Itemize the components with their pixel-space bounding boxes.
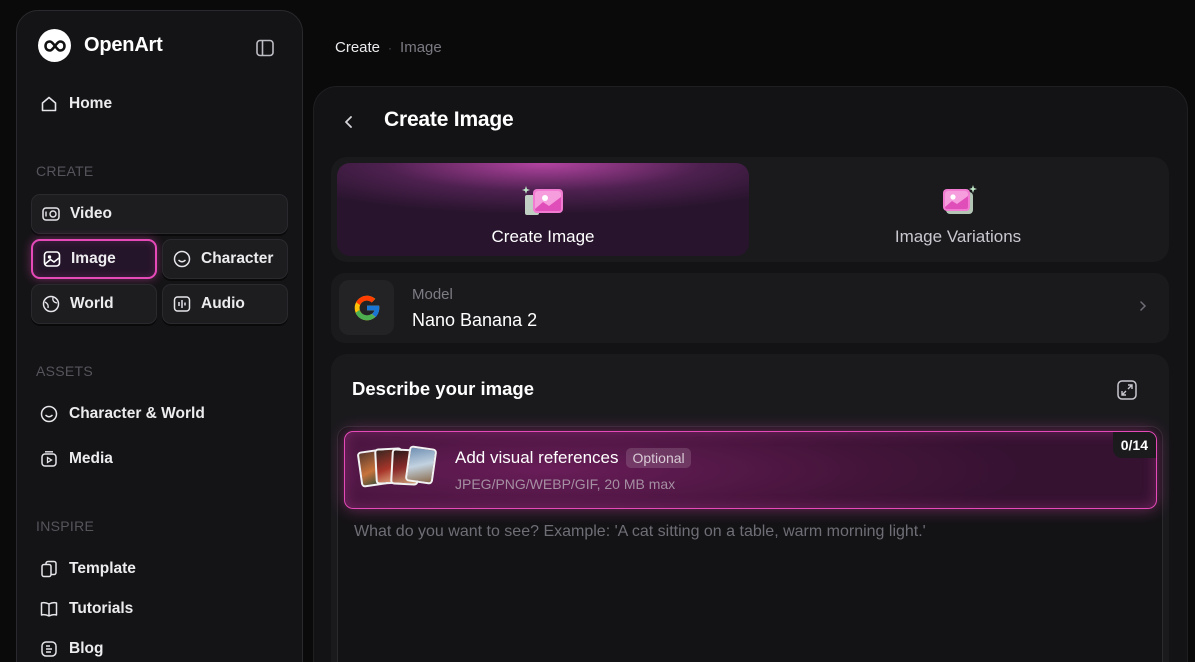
sidebar-item-label: Blog xyxy=(69,640,104,657)
breadcrumb-separator: · xyxy=(388,40,393,55)
sidebar-item-label: Home xyxy=(69,95,113,112)
sidebar-item-blog[interactable]: Blog xyxy=(39,639,103,659)
section-label-create: CREATE xyxy=(36,163,94,179)
expand-icon[interactable] xyxy=(1115,378,1139,402)
sidebar-item-label: World xyxy=(70,295,114,312)
visual-references-upload[interactable]: Add visual references Optional JPEG/PNG/… xyxy=(344,431,1157,509)
world-icon xyxy=(41,294,61,314)
sidebar-item-video[interactable]: Video xyxy=(31,194,288,234)
reference-thumbnails xyxy=(356,445,445,490)
reference-thumbnail xyxy=(404,445,438,485)
sidebar-item-label: Tutorials xyxy=(69,600,134,617)
sidebar-collapse-icon[interactable] xyxy=(255,38,275,58)
audio-icon xyxy=(172,294,192,314)
references-count: 0/14 xyxy=(1112,432,1156,458)
model-value: Nano Banana 2 xyxy=(412,310,538,330)
openart-logo-icon xyxy=(38,29,71,62)
sidebar-item-label: Audio xyxy=(201,295,245,312)
brand[interactable]: OpenArt xyxy=(38,29,163,62)
tab-label: Create Image xyxy=(491,227,595,246)
template-icon xyxy=(39,559,59,579)
optional-badge: Optional xyxy=(626,448,691,468)
references-formats: JPEG/PNG/WEBP/GIF, 20 MB max xyxy=(455,476,676,492)
references-title-row: Add visual references Optional xyxy=(455,448,691,468)
sidebar-item-label: Media xyxy=(69,450,113,467)
breadcrumb-create[interactable]: Create xyxy=(335,39,380,56)
mode-tabs: Create Image Image Variations xyxy=(331,157,1169,262)
sidebar-item-label: Template xyxy=(69,560,136,577)
brand-name: OpenArt xyxy=(84,34,163,56)
sidebar-item-template[interactable]: Template xyxy=(39,559,136,579)
tab-create-image[interactable]: Create Image xyxy=(337,163,749,256)
sidebar-item-world[interactable]: World xyxy=(31,284,157,324)
sidebar-item-image[interactable]: Image xyxy=(31,239,157,279)
tab-image-variations[interactable]: Image Variations xyxy=(753,163,1163,256)
home-icon xyxy=(39,94,59,114)
video-icon xyxy=(41,204,61,224)
image-variations-icon xyxy=(943,185,977,214)
sidebar-item-media[interactable]: Media xyxy=(39,449,113,469)
section-label-assets: ASSETS xyxy=(36,363,94,379)
sidebar-item-home[interactable]: Home xyxy=(39,94,112,114)
character-icon xyxy=(39,404,59,424)
page-title: Create Image xyxy=(384,108,514,131)
model-label: Model xyxy=(412,286,453,303)
google-icon xyxy=(339,280,394,335)
character-icon xyxy=(172,249,192,269)
create-image-icon xyxy=(522,186,563,215)
sidebar-item-character-world[interactable]: Character & World xyxy=(39,404,205,424)
image-icon xyxy=(42,249,62,269)
blog-icon xyxy=(39,639,59,659)
describe-title: Describe your image xyxy=(352,378,534,399)
sidebar-item-character[interactable]: Character xyxy=(162,239,288,279)
sidebar-item-label: Character xyxy=(201,250,274,267)
prompt-box: Add visual references Optional JPEG/PNG/… xyxy=(337,426,1163,662)
sidebar-item-label: Video xyxy=(70,205,112,222)
describe-section: Describe your image Add visual reference… xyxy=(331,354,1169,662)
book-icon xyxy=(39,599,59,619)
back-chevron-icon[interactable] xyxy=(339,112,359,132)
tab-label: Image Variations xyxy=(894,227,1022,246)
references-title: Add visual references xyxy=(455,448,619,467)
sidebar-item-tutorials[interactable]: Tutorials xyxy=(39,599,133,619)
breadcrumb: Create · Image xyxy=(335,39,442,56)
sidebar-item-audio[interactable]: Audio xyxy=(162,284,288,324)
section-label-inspire: INSPIRE xyxy=(36,518,95,534)
sidebar-item-label: Character & World xyxy=(69,405,205,422)
breadcrumb-current: Image xyxy=(400,39,442,56)
model-selector[interactable]: Model Nano Banana 2 xyxy=(331,273,1169,343)
sidebar: OpenArt Home CREATE Video Image Characte… xyxy=(16,10,303,662)
sidebar-item-label: Image xyxy=(71,250,116,267)
chevron-right-icon xyxy=(1140,301,1147,311)
media-icon xyxy=(39,449,59,469)
prompt-input[interactable] xyxy=(354,523,1144,541)
